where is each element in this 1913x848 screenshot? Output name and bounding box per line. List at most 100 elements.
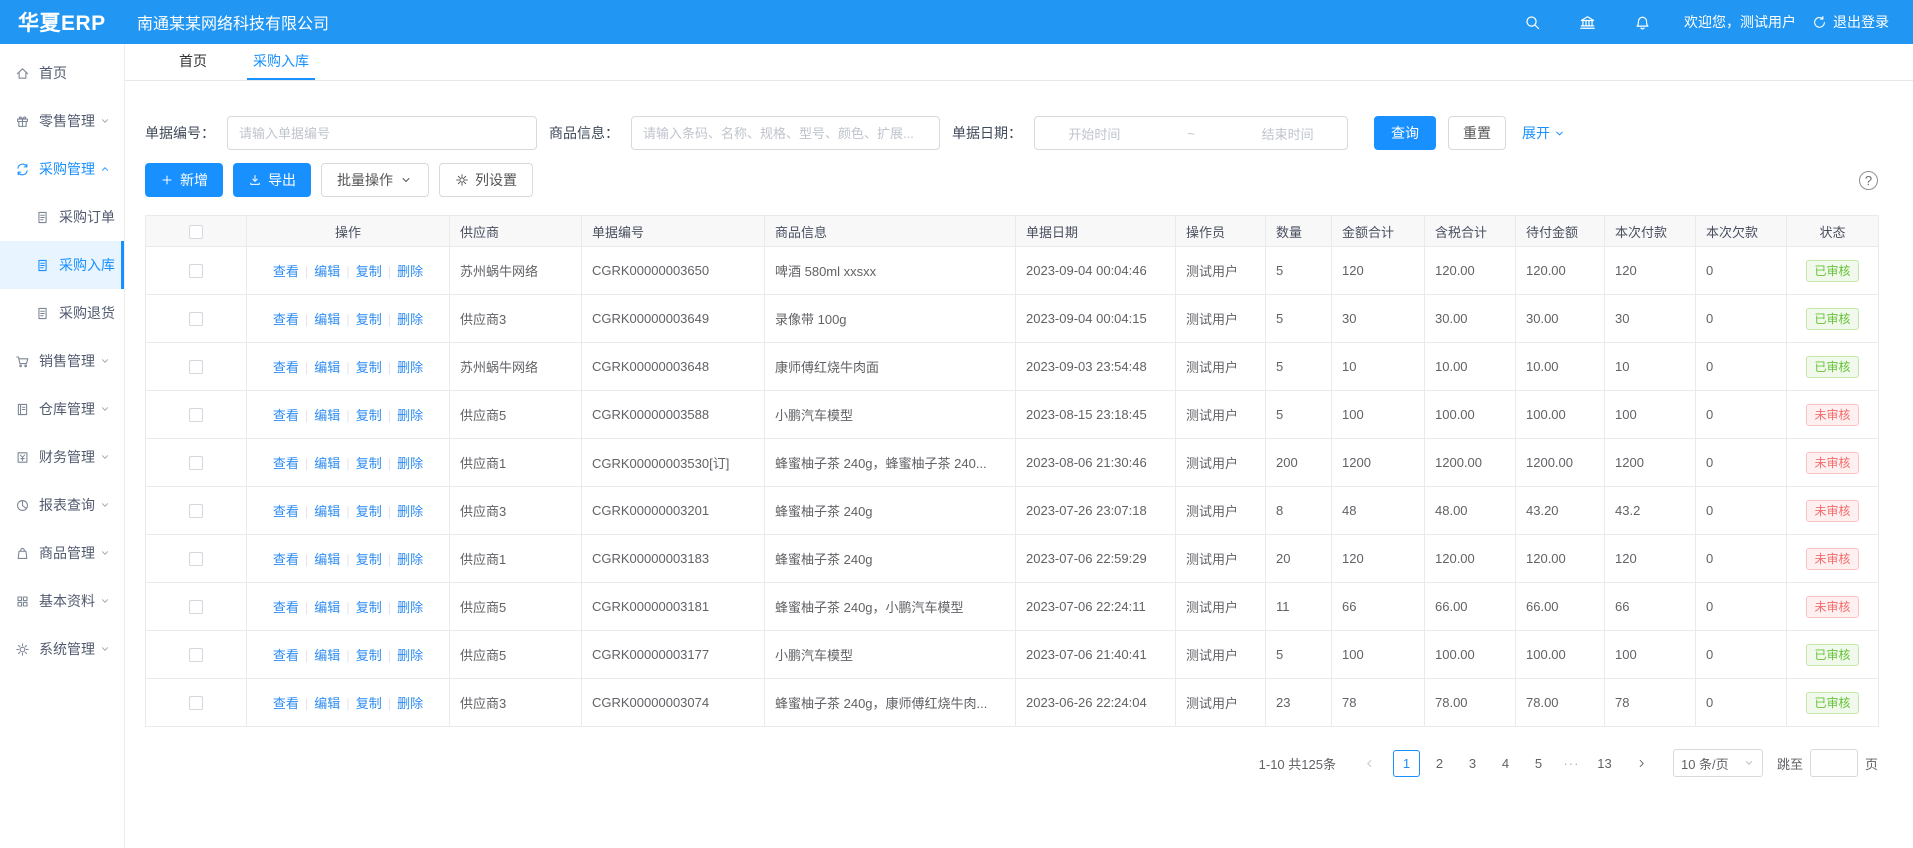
row-checkbox[interactable]: [189, 696, 203, 710]
export-button[interactable]: 导出: [233, 163, 311, 197]
next-page-button[interactable]: [1628, 750, 1655, 777]
delete-link[interactable]: 删除: [397, 504, 423, 519]
edit-link[interactable]: 编辑: [314, 312, 340, 327]
copy-link[interactable]: 复制: [356, 696, 382, 711]
row-checkbox[interactable]: [189, 264, 203, 278]
sidebar-item-retail[interactable]: 零售管理: [0, 97, 124, 145]
cell-debt-amount: 0: [1696, 247, 1787, 295]
row-checkbox[interactable]: [189, 456, 203, 470]
view-link[interactable]: 查看: [273, 552, 299, 567]
copy-link[interactable]: 复制: [356, 648, 382, 663]
select-all-checkbox[interactable]: [189, 225, 203, 239]
search-icon[interactable]: [1524, 14, 1541, 31]
copy-link[interactable]: 复制: [356, 408, 382, 423]
delete-link[interactable]: 删除: [397, 264, 423, 279]
sidebar-item-report[interactable]: 报表查询: [0, 481, 124, 529]
view-link[interactable]: 查看: [273, 648, 299, 663]
material-input[interactable]: [631, 116, 940, 150]
row-checkbox[interactable]: [189, 504, 203, 518]
bill-no-input[interactable]: [227, 116, 537, 150]
edit-link[interactable]: 编辑: [314, 456, 340, 471]
prev-page-button[interactable]: [1356, 750, 1383, 777]
copy-link[interactable]: 复制: [356, 456, 382, 471]
row-checkbox[interactable]: [189, 552, 203, 566]
home-icon: [15, 66, 30, 81]
delete-link[interactable]: 删除: [397, 600, 423, 615]
page-size-select[interactable]: 10 条/页: [1673, 749, 1763, 777]
view-link[interactable]: 查看: [273, 504, 299, 519]
sidebar-item-goods[interactable]: 商品管理: [0, 529, 124, 577]
delete-link[interactable]: 删除: [397, 408, 423, 423]
row-checkbox[interactable]: [189, 408, 203, 422]
status-badge: 已审核: [1806, 644, 1858, 666]
copy-link[interactable]: 复制: [356, 360, 382, 375]
row-checkbox[interactable]: [189, 312, 203, 326]
sidebar-item-purchase-order[interactable]: 采购订单: [0, 193, 124, 241]
col-header-due-amount: 待付金额: [1516, 216, 1605, 247]
view-link[interactable]: 查看: [273, 696, 299, 711]
tab-purchase-inbound[interactable]: 采购入库: [247, 44, 315, 80]
sidebar-item-finance[interactable]: 财务管理: [0, 433, 124, 481]
view-link[interactable]: 查看: [273, 312, 299, 327]
page-button-2[interactable]: 2: [1426, 750, 1453, 777]
copy-link[interactable]: 复制: [356, 504, 382, 519]
sidebar-item-warehouse[interactable]: 仓库管理: [0, 385, 124, 433]
copy-link[interactable]: 复制: [356, 264, 382, 279]
end-date-placeholder[interactable]: 结束时间: [1262, 124, 1314, 143]
delete-link[interactable]: 删除: [397, 312, 423, 327]
logout-button[interactable]: 退出登录: [1812, 12, 1889, 32]
delete-link[interactable]: 删除: [397, 648, 423, 663]
add-button[interactable]: 新增: [145, 163, 223, 197]
page-button-5[interactable]: 5: [1525, 750, 1552, 777]
edit-link[interactable]: 编辑: [314, 600, 340, 615]
delete-link[interactable]: 删除: [397, 696, 423, 711]
copy-link[interactable]: 复制: [356, 312, 382, 327]
sidebar-item-sales[interactable]: 销售管理: [0, 337, 124, 385]
expand-link[interactable]: 展开: [1522, 123, 1566, 143]
delete-link[interactable]: 删除: [397, 360, 423, 375]
edit-link[interactable]: 编辑: [314, 264, 340, 279]
bank-icon[interactable]: [1579, 14, 1596, 31]
edit-link[interactable]: 编辑: [314, 552, 340, 567]
view-link[interactable]: 查看: [273, 456, 299, 471]
copy-link[interactable]: 复制: [356, 552, 382, 567]
reset-button[interactable]: 重置: [1448, 116, 1506, 150]
date-range-picker[interactable]: 开始时间 ~ 结束时间: [1034, 116, 1348, 150]
sidebar-item-purchase-return[interactable]: 采购退货: [0, 289, 124, 337]
sidebar-item-purchase-inbound[interactable]: 采购入库: [0, 241, 124, 289]
cell-qty: 20: [1266, 535, 1332, 583]
view-link[interactable]: 查看: [273, 408, 299, 423]
view-link[interactable]: 查看: [273, 264, 299, 279]
sidebar-item-purchase[interactable]: 采购管理: [0, 145, 124, 193]
column-settings-button[interactable]: 列设置: [439, 163, 533, 197]
page-button-13[interactable]: 13: [1591, 750, 1618, 777]
edit-link[interactable]: 编辑: [314, 408, 340, 423]
view-link[interactable]: 查看: [273, 360, 299, 375]
columns-label: 列设置: [475, 170, 517, 190]
page-button-1[interactable]: 1: [1393, 750, 1420, 777]
tab-home[interactable]: 首页: [173, 44, 213, 80]
query-button[interactable]: 查询: [1374, 116, 1436, 150]
row-checkbox[interactable]: [189, 648, 203, 662]
batch-actions-button[interactable]: 批量操作: [321, 163, 429, 197]
edit-link[interactable]: 编辑: [314, 504, 340, 519]
edit-link[interactable]: 编辑: [314, 648, 340, 663]
edit-link[interactable]: 编辑: [314, 360, 340, 375]
sidebar-item-home[interactable]: 首页: [0, 49, 124, 97]
col-header-goods-info: 商品信息: [765, 216, 1016, 247]
help-icon[interactable]: ?: [1859, 171, 1878, 190]
bell-icon[interactable]: [1634, 14, 1651, 31]
copy-link[interactable]: 复制: [356, 600, 382, 615]
sidebar-item-system[interactable]: 系统管理: [0, 625, 124, 673]
row-checkbox[interactable]: [189, 600, 203, 614]
sidebar-item-basic[interactable]: 基本资料: [0, 577, 124, 625]
page-button-4[interactable]: 4: [1492, 750, 1519, 777]
start-date-placeholder[interactable]: 开始时间: [1068, 124, 1120, 143]
row-checkbox[interactable]: [189, 360, 203, 374]
jump-page-input[interactable]: [1810, 749, 1858, 777]
page-button-3[interactable]: 3: [1459, 750, 1486, 777]
edit-link[interactable]: 编辑: [314, 696, 340, 711]
delete-link[interactable]: 删除: [397, 552, 423, 567]
view-link[interactable]: 查看: [273, 600, 299, 615]
delete-link[interactable]: 删除: [397, 456, 423, 471]
